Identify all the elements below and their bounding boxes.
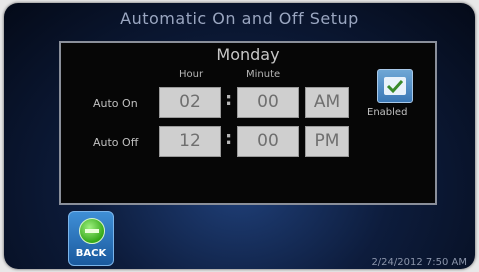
back-button[interactable]: BACK	[68, 211, 114, 266]
minute-column-header: Minute	[246, 69, 281, 80]
day-label: Monday	[216, 45, 280, 64]
auto-off-ampm-field[interactable]: PM	[305, 126, 349, 157]
auto-on-ampm-field[interactable]: AM	[305, 87, 349, 118]
enabled-checkbox[interactable]	[377, 69, 413, 103]
timestamp: 2/24/2012 7:50 AM	[371, 257, 467, 268]
auto-off-minute-field[interactable]: 00	[237, 126, 299, 157]
checkmark-icon	[384, 77, 406, 95]
auto-on-label: Auto On	[93, 97, 138, 110]
back-icon	[79, 218, 105, 244]
auto-on-minute-field[interactable]: 00	[237, 87, 299, 118]
auto-on-colon: :	[225, 89, 233, 110]
auto-off-colon: :	[225, 128, 233, 149]
enabled-label: Enabled	[367, 107, 408, 118]
schedule-dialog: Monday Hour Minute Auto On 02 : 00 AM Au…	[59, 41, 437, 205]
auto-off-hour-field[interactable]: 12	[159, 126, 221, 157]
screen-title: Automatic On and Off Setup	[120, 9, 359, 28]
auto-on-hour-field[interactable]: 02	[159, 87, 221, 118]
screen: Automatic On and Off Setup Monday Hour M…	[4, 3, 475, 269]
auto-off-label: Auto Off	[93, 136, 139, 149]
hour-column-header: Hour	[179, 69, 204, 80]
back-label: BACK	[75, 248, 107, 259]
